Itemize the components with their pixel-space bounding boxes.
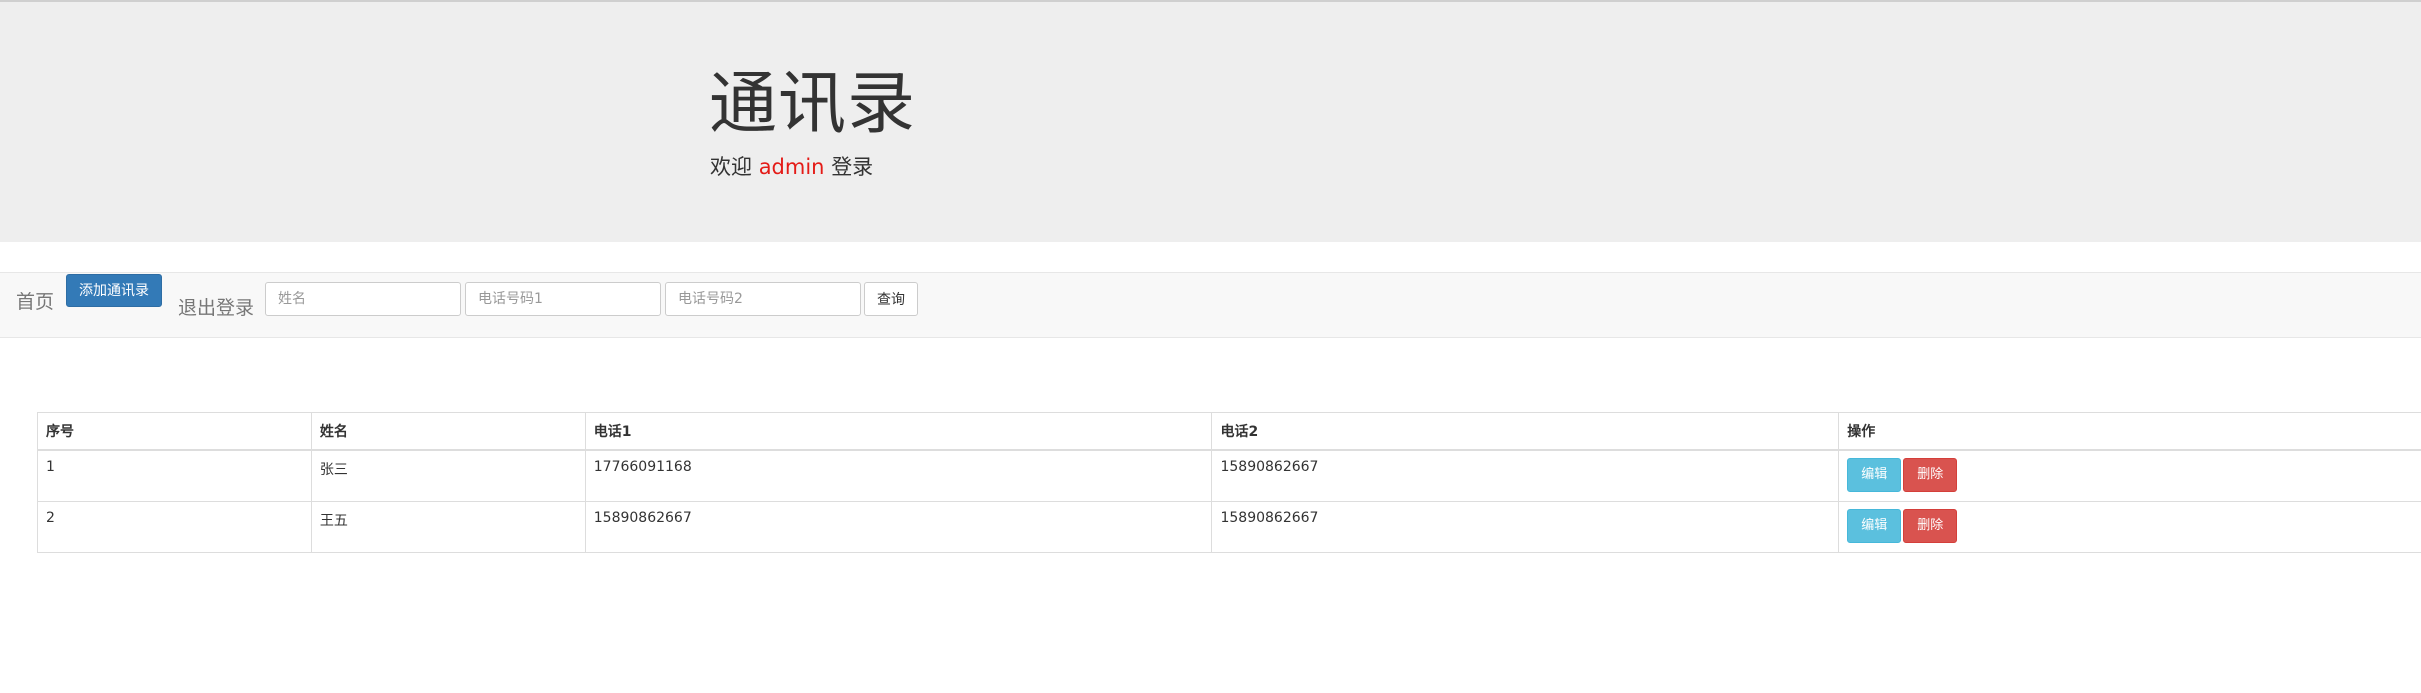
name-search-input[interactable] xyxy=(265,282,461,316)
cell-phone1: 15890862667 xyxy=(584,500,1213,553)
phone1-search-input[interactable] xyxy=(465,282,661,316)
page-header: 通讯录 欢迎 admin 登录 xyxy=(0,2,2421,242)
username: admin xyxy=(758,155,825,179)
cell-name: 王五 xyxy=(310,500,586,553)
contacts-table-container: 序号 姓名 电话1 电话2 操作 1 张三 17766091168 158908… xyxy=(37,412,2421,553)
column-header-phone1: 电话1 xyxy=(584,412,1213,451)
edit-button[interactable]: 编辑 xyxy=(1847,508,1902,543)
column-header-phone2: 电话2 xyxy=(1211,412,1840,451)
nav-logout-link[interactable]: 退出登录 xyxy=(178,293,254,323)
table-row: 1 张三 17766091168 15890862667 编辑 删除 xyxy=(37,449,2421,502)
page-title: 通讯录 xyxy=(709,65,917,144)
cell-name: 张三 xyxy=(310,449,586,502)
column-header-id: 序号 xyxy=(37,412,312,451)
cell-actions: 编辑 删除 xyxy=(1838,500,2421,553)
edit-button[interactable]: 编辑 xyxy=(1847,458,1902,492)
add-contact-button[interactable]: 添加通讯录 xyxy=(66,274,162,307)
cell-phone2: 15890862667 xyxy=(1211,449,1840,502)
delete-button[interactable]: 删除 xyxy=(1903,458,1958,492)
query-button[interactable]: 查询 xyxy=(864,282,918,316)
navbar: 首页 添加通讯录 退出登录 查询 xyxy=(0,272,2421,338)
table-header-row: 序号 姓名 电话1 电话2 操作 xyxy=(37,412,2421,451)
nav-home-link[interactable]: 首页 xyxy=(16,287,54,317)
cell-id: 1 xyxy=(37,449,312,502)
welcome-suffix: 登录 xyxy=(831,155,874,179)
phone2-search-input[interactable] xyxy=(665,282,861,316)
delete-button[interactable]: 删除 xyxy=(1903,508,1958,543)
cell-actions: 编辑 删除 xyxy=(1838,449,2421,502)
welcome-message: 欢迎 admin 登录 xyxy=(710,152,873,182)
cell-phone2: 15890862667 xyxy=(1211,500,1840,553)
column-header-actions: 操作 xyxy=(1838,412,2421,451)
column-header-name: 姓名 xyxy=(310,412,586,451)
contacts-table: 序号 姓名 电话1 电话2 操作 1 张三 17766091168 158908… xyxy=(37,412,2421,553)
cell-id: 2 xyxy=(37,500,312,553)
welcome-prefix: 欢迎 xyxy=(710,155,752,179)
cell-phone1: 17766091168 xyxy=(584,449,1213,502)
table-row: 2 王五 15890862667 15890862667 编辑 删除 xyxy=(37,500,2421,553)
